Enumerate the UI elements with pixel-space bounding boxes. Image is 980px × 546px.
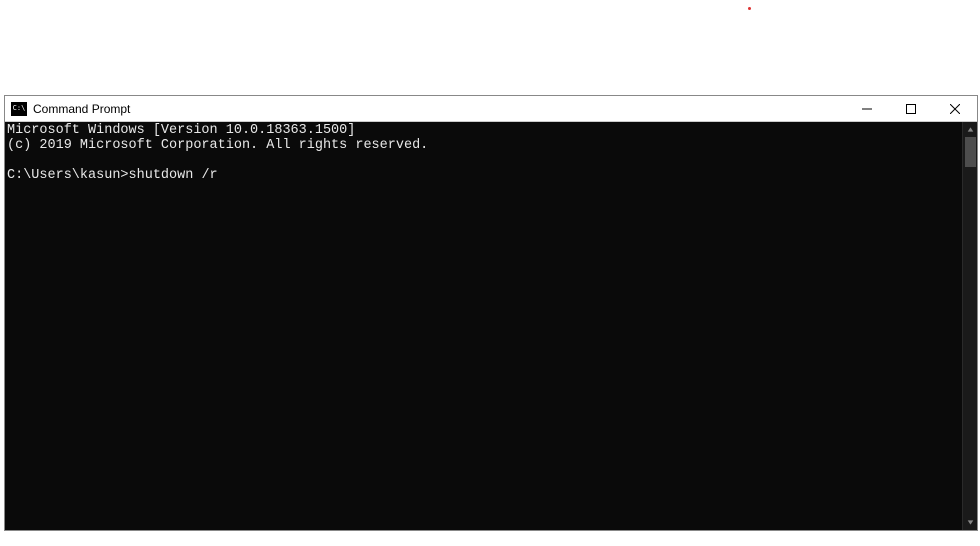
command-text: shutdown /r bbox=[129, 168, 218, 183]
chevron-down-icon bbox=[967, 519, 974, 526]
vertical-scrollbar[interactable] bbox=[962, 122, 977, 530]
maximize-icon bbox=[906, 104, 916, 114]
maximize-button[interactable] bbox=[889, 96, 933, 121]
scroll-thumb[interactable] bbox=[965, 137, 976, 167]
window-controls bbox=[845, 96, 977, 121]
minimize-icon bbox=[862, 104, 872, 114]
minimize-button[interactable] bbox=[845, 96, 889, 121]
close-icon bbox=[950, 104, 960, 114]
scroll-up-button[interactable] bbox=[963, 122, 977, 137]
decorative-dot bbox=[748, 7, 751, 10]
titlebar[interactable]: Command Prompt bbox=[5, 96, 977, 122]
window-title: Command Prompt bbox=[33, 102, 845, 116]
prompt-text: C:\Users\kasun> bbox=[7, 168, 129, 183]
scroll-down-button[interactable] bbox=[963, 515, 977, 530]
console-output[interactable]: Microsoft Windows [Version 10.0.18363.15… bbox=[5, 122, 962, 530]
console-area: Microsoft Windows [Version 10.0.18363.15… bbox=[5, 122, 977, 530]
close-button[interactable] bbox=[933, 96, 977, 121]
copyright-line: (c) 2019 Microsoft Corporation. All righ… bbox=[7, 138, 428, 153]
cmd-icon bbox=[11, 102, 27, 116]
version-line: Microsoft Windows [Version 10.0.18363.15… bbox=[7, 123, 355, 138]
command-prompt-window: Command Prompt Microsoft Windows [Versio… bbox=[4, 95, 978, 531]
chevron-up-icon bbox=[967, 126, 974, 133]
